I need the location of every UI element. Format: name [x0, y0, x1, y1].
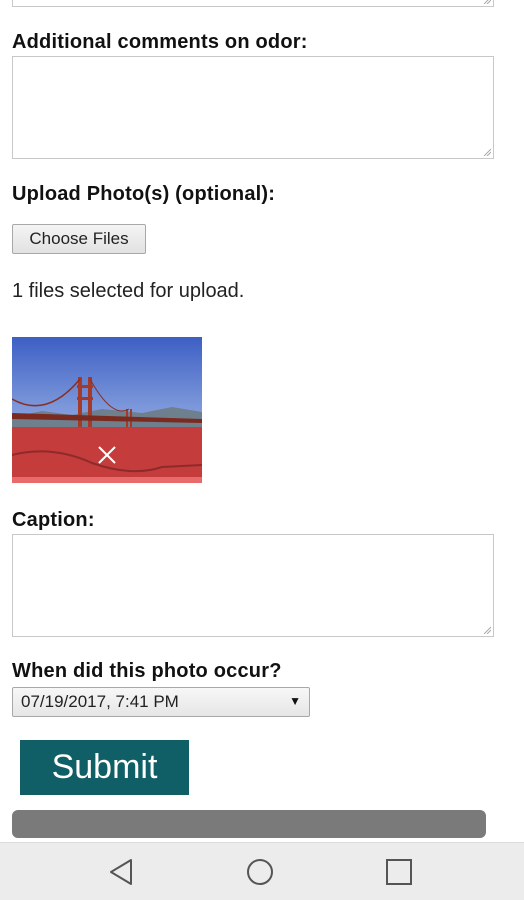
- dropdown-arrow-icon: ▼: [289, 694, 301, 708]
- choose-files-button[interactable]: Choose Files: [12, 224, 146, 254]
- resize-grip-icon[interactable]: [483, 0, 491, 4]
- photo-date-label: When did this photo occur?: [12, 660, 282, 682]
- resize-grip-icon[interactable]: [483, 148, 491, 156]
- recents-square-icon[interactable]: [383, 856, 415, 888]
- submit-button[interactable]: Submit: [20, 740, 189, 795]
- photo-date-select[interactable]: 07/19/2017, 7:41 PM ▼: [12, 687, 310, 717]
- android-nav-bar: [0, 842, 524, 900]
- odor-comments-textarea[interactable]: [12, 56, 494, 159]
- caption-label: Caption:: [12, 509, 95, 531]
- upload-form-page: Additional comments on odor: Upload Phot…: [0, 0, 524, 900]
- close-icon[interactable]: [95, 443, 119, 467]
- files-selected-status: 1 files selected for upload.: [12, 280, 245, 302]
- photo-thumbnail[interactable]: [12, 337, 202, 483]
- back-triangle-icon[interactable]: [105, 856, 137, 888]
- odor-comments-label: Additional comments on odor:: [12, 31, 308, 53]
- upload-progress-bar: [12, 810, 486, 838]
- resize-grip-icon[interactable]: [483, 626, 491, 634]
- previous-textarea[interactable]: [12, 0, 494, 7]
- caption-textarea[interactable]: [12, 534, 494, 637]
- photo-date-value: 07/19/2017, 7:41 PM: [21, 692, 179, 711]
- home-circle-icon[interactable]: [244, 856, 276, 888]
- upload-photos-label: Upload Photo(s) (optional):: [12, 183, 276, 205]
